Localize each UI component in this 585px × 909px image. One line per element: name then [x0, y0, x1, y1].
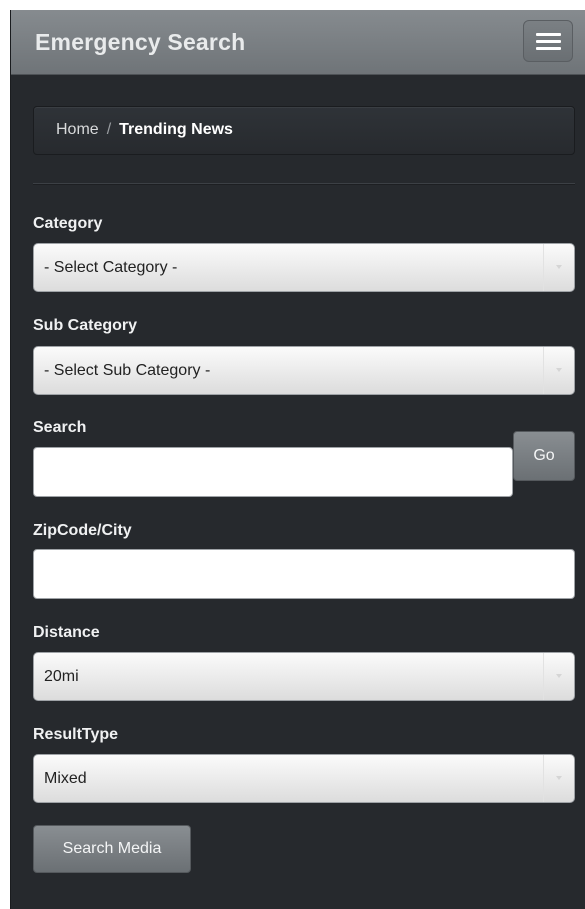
distance-label: Distance [33, 624, 100, 641]
zipcode-label: ZipCode/City [33, 522, 132, 539]
divider [33, 183, 575, 185]
distance-select[interactable]: 20mi [33, 652, 575, 701]
hamburger-menu-icon [536, 33, 561, 36]
hamburger-menu-icon [536, 47, 561, 50]
chevron-down-icon [543, 755, 574, 802]
search-input[interactable] [33, 447, 513, 497]
result-type-select[interactable]: Mixed [33, 754, 575, 803]
search-media-button[interactable]: Search Media [33, 825, 191, 873]
breadcrumb-home-link[interactable]: Home [56, 121, 99, 138]
brand-title[interactable]: Emergency Search [35, 29, 245, 56]
breadcrumb-current: Trending News [119, 121, 233, 138]
search-label: Search [33, 419, 87, 436]
hamburger-menu-icon [536, 40, 561, 43]
chevron-down-icon [543, 347, 574, 394]
category-select[interactable]: - Select Category - [33, 243, 575, 292]
sub-category-select[interactable]: - Select Sub Category - [33, 346, 575, 395]
sub-category-selected-value: - Select Sub Category - [44, 362, 211, 379]
menu-toggle-button[interactable] [523, 20, 573, 62]
go-button[interactable]: Go [513, 431, 575, 481]
navbar: Emergency Search [11, 10, 585, 75]
app-frame: Emergency Search Home / Trending News Cate… [10, 10, 585, 909]
chevron-down-icon [543, 653, 574, 700]
result-type-label: ResultType [33, 726, 119, 743]
zipcode-input[interactable] [33, 549, 575, 599]
distance-selected-value: 20mi [44, 668, 79, 685]
sub-category-label: Sub Category [33, 317, 138, 334]
breadcrumb-separator: / [106, 121, 112, 138]
result-type-selected-value: Mixed [44, 770, 87, 787]
chevron-down-icon [543, 244, 574, 291]
category-selected-value: - Select Category - [44, 259, 178, 276]
category-label: Category [33, 215, 103, 232]
breadcrumb: Home / Trending News [33, 106, 575, 155]
